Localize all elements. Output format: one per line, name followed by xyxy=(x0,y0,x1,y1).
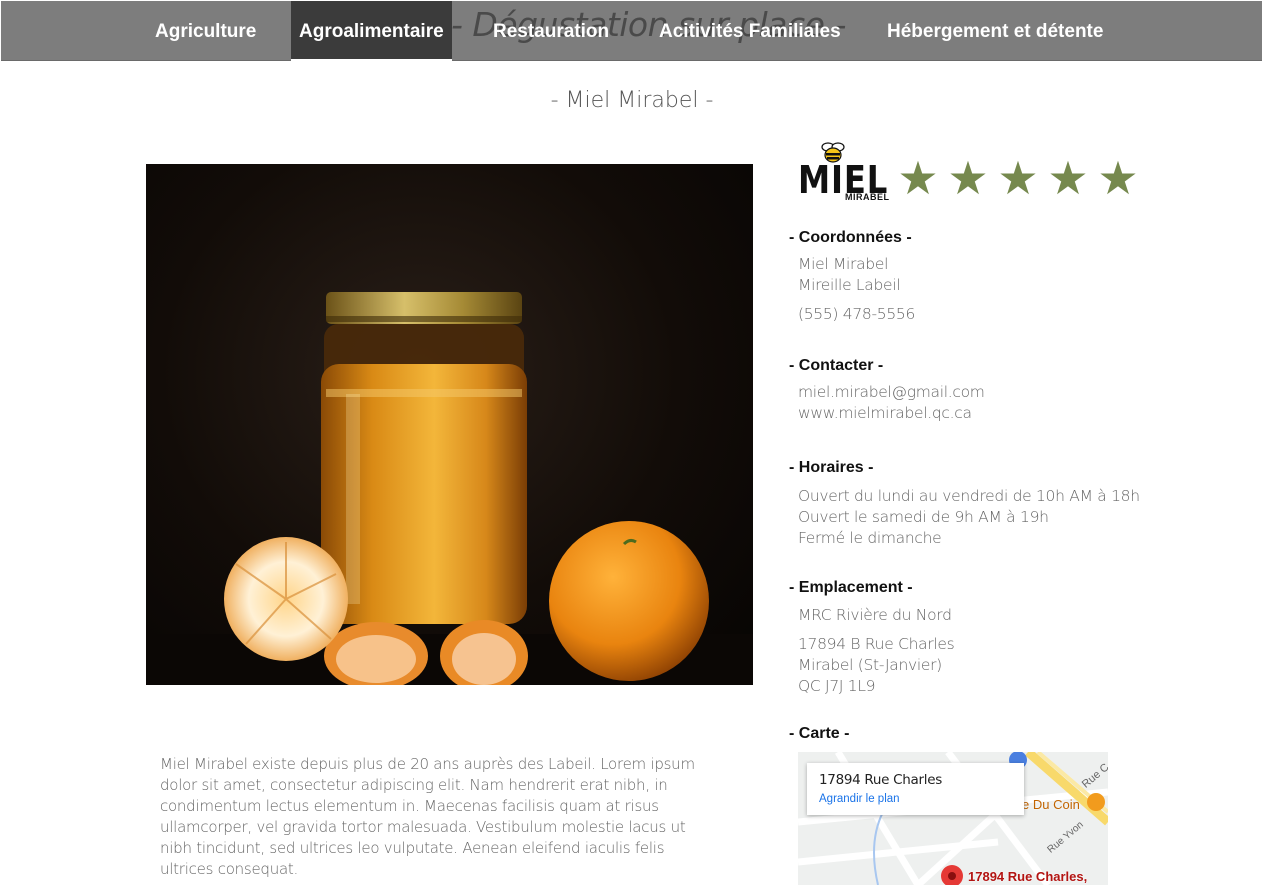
star-icon[interactable]: ★ xyxy=(1043,153,1093,203)
phone-number[interactable]: (555) 478-5556 xyxy=(798,305,915,323)
map-card-title: 17894 Rue Charles xyxy=(819,772,942,788)
hours-line: Ouvert le samedi de 9h AM à 19h xyxy=(798,508,1049,526)
logo-subword: MIRABEL xyxy=(845,192,890,202)
address-line: Mirabel (St-Janvier) xyxy=(798,656,942,674)
miel-mirabel-logo: MIEL MIRABEL xyxy=(798,140,890,206)
map-poi-label: e Du Coin xyxy=(1022,797,1080,812)
contact-person: Mireille Labeil xyxy=(798,276,901,294)
hours-line: Fermé le dimanche xyxy=(798,529,942,547)
honey-jar-illustration xyxy=(146,292,753,685)
business-name: Miel Mirabel xyxy=(798,255,889,273)
map-pin-label: 17894 Rue Charles, xyxy=(968,869,1088,884)
section-title-coordonnees: - Coordonnées - xyxy=(789,229,912,246)
nav-item-agroalimentaire[interactable]: Agroalimentaire xyxy=(291,1,452,61)
section-title-contacter: - Contacter - xyxy=(789,357,884,374)
enlarge-map-link[interactable]: Agrandir le plan xyxy=(819,793,900,805)
section-title-horaires: - Horaires - xyxy=(789,459,874,476)
mrc-region: MRC Rivière du Nord xyxy=(798,606,952,624)
location-map[interactable]: Rue C Rue Yvon e Du Coin 17894 Rue Charl… xyxy=(798,752,1108,885)
website-link[interactable]: www.mielmirabel.qc.ca xyxy=(798,404,972,422)
nav-item-hebergement[interactable]: Hébergement et détente xyxy=(887,1,1103,60)
star-icon[interactable]: ★ xyxy=(1093,153,1143,203)
address-line: QC J7J 1L9 xyxy=(798,677,876,695)
address-line: 17894 B Rue Charles xyxy=(798,635,955,653)
star-icon[interactable]: ★ xyxy=(993,153,1043,203)
nav-item-activites-familiales[interactable]: Acitivités Familiales xyxy=(659,1,841,60)
honey-jar-photo xyxy=(146,164,753,685)
star-icon[interactable]: ★ xyxy=(943,153,993,203)
star-rating: ★ ★ ★ ★ ★ xyxy=(893,153,1143,203)
section-title-carte: - Carte - xyxy=(789,725,850,742)
map-info-card: 17894 Rue Charles Agrandir le plan xyxy=(807,763,1024,815)
top-nav: - Dégustation sur place - Agriculture Ag… xyxy=(1,1,1262,61)
email-link[interactable]: miel.mirabel@gmail.com xyxy=(798,383,985,401)
nav-item-agriculture[interactable]: Agriculture xyxy=(155,1,256,60)
page-title: - Miel Mirabel - xyxy=(550,88,714,113)
star-icon[interactable]: ★ xyxy=(893,153,943,203)
section-title-emplacement: - Emplacement - xyxy=(789,579,913,596)
nav-item-restauration[interactable]: Restauration xyxy=(493,1,609,60)
hours-line: Ouvert du lundi au vendredi de 10h AM à … xyxy=(798,487,1140,505)
description-text: Miel Mirabel existe depuis plus de 20 an… xyxy=(160,755,695,878)
